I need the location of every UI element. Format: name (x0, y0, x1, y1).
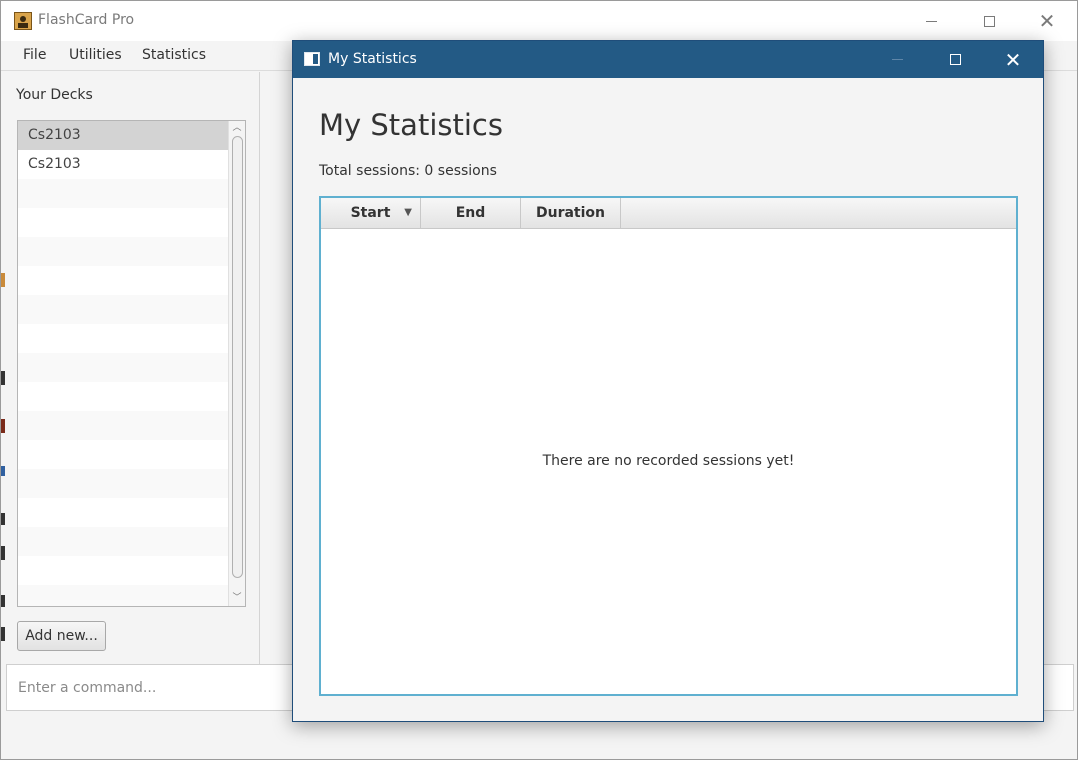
add-new-deck-button[interactable]: Add new... (17, 621, 106, 651)
sort-descending-icon: ▼ (404, 207, 412, 218)
scroll-down-icon[interactable]: ﹀ (232, 593, 242, 603)
main-title-bar[interactable]: FlashCard Pro ✕ (1, 1, 1077, 41)
dialog-minimize-button[interactable] (868, 41, 926, 78)
app-icon (14, 12, 32, 30)
empty-row (18, 353, 228, 382)
dialog-title-bar[interactable]: My Statistics ✕ (293, 41, 1043, 78)
empty-row (18, 382, 228, 411)
minimize-icon (891, 59, 903, 60)
deck-sidebar: Your Decks Cs2103 Cs2103 ︿ ﹀ Add new... (1, 72, 260, 664)
column-header-duration[interactable]: Duration (521, 198, 621, 228)
clipped-fragment (1, 273, 5, 287)
dialog-title: My Statistics (328, 51, 417, 67)
sidebar-title: Your Decks (16, 87, 93, 103)
empty-row (18, 585, 228, 606)
deck-item[interactable]: Cs2103 (18, 121, 228, 150)
minimize-button[interactable] (902, 1, 960, 41)
clipped-fragment (1, 595, 5, 607)
empty-row (18, 179, 228, 208)
deck-list-scrollbar[interactable]: ︿ ﹀ (228, 121, 245, 606)
app-title: FlashCard Pro (38, 12, 135, 28)
empty-row (18, 556, 228, 585)
maximize-icon (949, 54, 961, 65)
empty-table-message: There are no recorded sessions yet! (542, 453, 795, 469)
deck-list[interactable]: Cs2103 Cs2103 ︿ ﹀ (17, 120, 246, 607)
clipped-fragment (1, 513, 5, 525)
empty-row (18, 411, 228, 440)
empty-row (18, 527, 228, 556)
empty-row (18, 266, 228, 295)
clipped-fragment (1, 627, 5, 641)
column-label: Start (350, 205, 391, 221)
menu-utilities[interactable]: Utilities (69, 47, 122, 63)
total-sessions-label: Total sessions: 0 sessions (319, 163, 497, 179)
maximize-button[interactable] (960, 1, 1018, 41)
sessions-table[interactable]: Start ▼ End Duration There are no record… (319, 196, 1018, 696)
empty-row (18, 237, 228, 266)
maximize-icon (983, 15, 995, 27)
close-button[interactable]: ✕ (1018, 1, 1076, 41)
clipped-fragment (1, 466, 5, 476)
empty-row (18, 324, 228, 353)
scroll-up-icon[interactable]: ︿ (232, 123, 242, 133)
empty-row (18, 469, 228, 498)
column-header-end[interactable]: End (421, 198, 521, 228)
empty-row (18, 208, 228, 237)
close-icon: ✕ (1038, 9, 1056, 33)
menu-file[interactable]: File (23, 47, 46, 63)
clipped-fragment (1, 371, 5, 385)
empty-row (18, 295, 228, 324)
menu-statistics[interactable]: Statistics (142, 47, 206, 63)
scroll-thumb[interactable] (232, 136, 243, 578)
window-icon (304, 52, 320, 66)
table-header: Start ▼ End Duration (321, 198, 1016, 229)
dialog-close-button[interactable]: ✕ (984, 41, 1042, 78)
deck-item[interactable]: Cs2103 (18, 150, 228, 179)
minimize-icon (925, 20, 937, 22)
page-title: My Statistics (319, 108, 503, 142)
dialog-maximize-button[interactable] (926, 41, 984, 78)
clipped-fragment (1, 419, 5, 433)
empty-row (18, 440, 228, 469)
close-icon: ✕ (1004, 47, 1022, 72)
statistics-dialog: My Statistics ✕ My Statistics Total sess… (292, 40, 1044, 722)
empty-row (18, 498, 228, 527)
clipped-fragment (1, 546, 5, 560)
column-header-start[interactable]: Start ▼ (321, 198, 421, 228)
